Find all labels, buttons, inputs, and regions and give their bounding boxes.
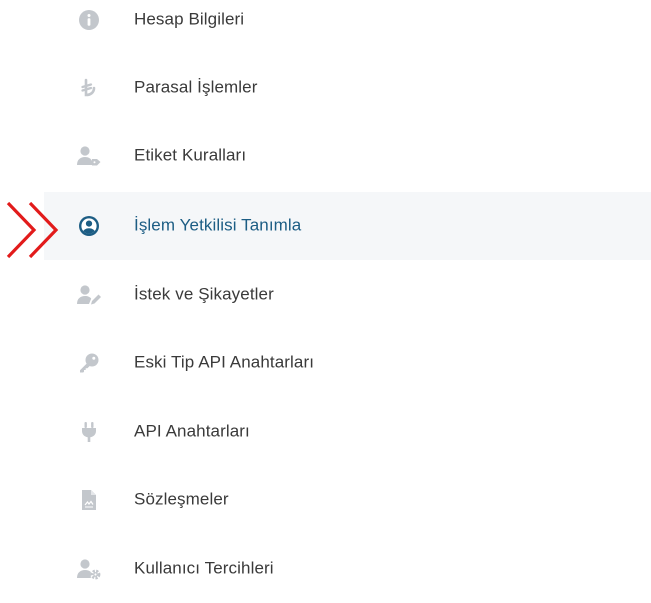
menu-item-istek-ve-sikayetler[interactable]: İstek ve Şikayetler — [44, 261, 651, 329]
user-cog-icon — [76, 556, 102, 582]
menu-item-label: API Anahtarları — [134, 421, 250, 441]
menu-item-label: Etiket Kuralları — [134, 145, 247, 165]
user-edit-icon — [76, 282, 102, 308]
plug-icon — [76, 419, 102, 445]
menu-item-label: Eski Tip API Anahtarları — [134, 352, 315, 372]
settings-menu: Hesap Bilgileri Parasal İşlemler Etiket … — [0, 0, 651, 584]
menu-item-sozlesmeler[interactable]: Sözleşmeler — [44, 466, 651, 534]
menu-item-islem-yetkilisi-tanimla[interactable]: İşlem Yetkilisi Tanımla — [44, 192, 651, 260]
menu-item-label: Hesap Bilgileri — [134, 9, 245, 29]
menu-item-label: Parasal İşlemler — [134, 77, 258, 97]
key-icon — [76, 350, 102, 376]
menu-item-hesap-bilgileri[interactable]: Hesap Bilgileri — [44, 0, 651, 54]
menu-item-eski-tip-api-anahtarlari[interactable]: Eski Tip API Anahtarları — [44, 329, 651, 397]
menu-item-etiket-kurallari[interactable]: Etiket Kuralları — [44, 122, 651, 190]
info-circle-icon — [76, 7, 102, 33]
document-icon — [76, 487, 102, 513]
lira-icon — [76, 75, 102, 101]
menu-item-label: Kullanıcı Tercihleri — [134, 558, 274, 578]
user-tag-icon — [76, 143, 102, 169]
menu-item-api-anahtarlari[interactable]: API Anahtarları — [44, 398, 651, 466]
menu-item-label: Sözleşmeler — [134, 489, 229, 509]
menu-item-parasal-islemler[interactable]: Parasal İşlemler — [44, 54, 651, 122]
menu-item-kullanici-tercihleri[interactable]: Kullanıcı Tercihleri — [44, 535, 651, 603]
menu-item-label: İstek ve Şikayetler — [134, 284, 274, 304]
pointer-arrow-icon — [6, 201, 59, 259]
user-circle-icon — [76, 213, 102, 239]
menu-item-label: İşlem Yetkilisi Tanımla — [134, 215, 302, 235]
